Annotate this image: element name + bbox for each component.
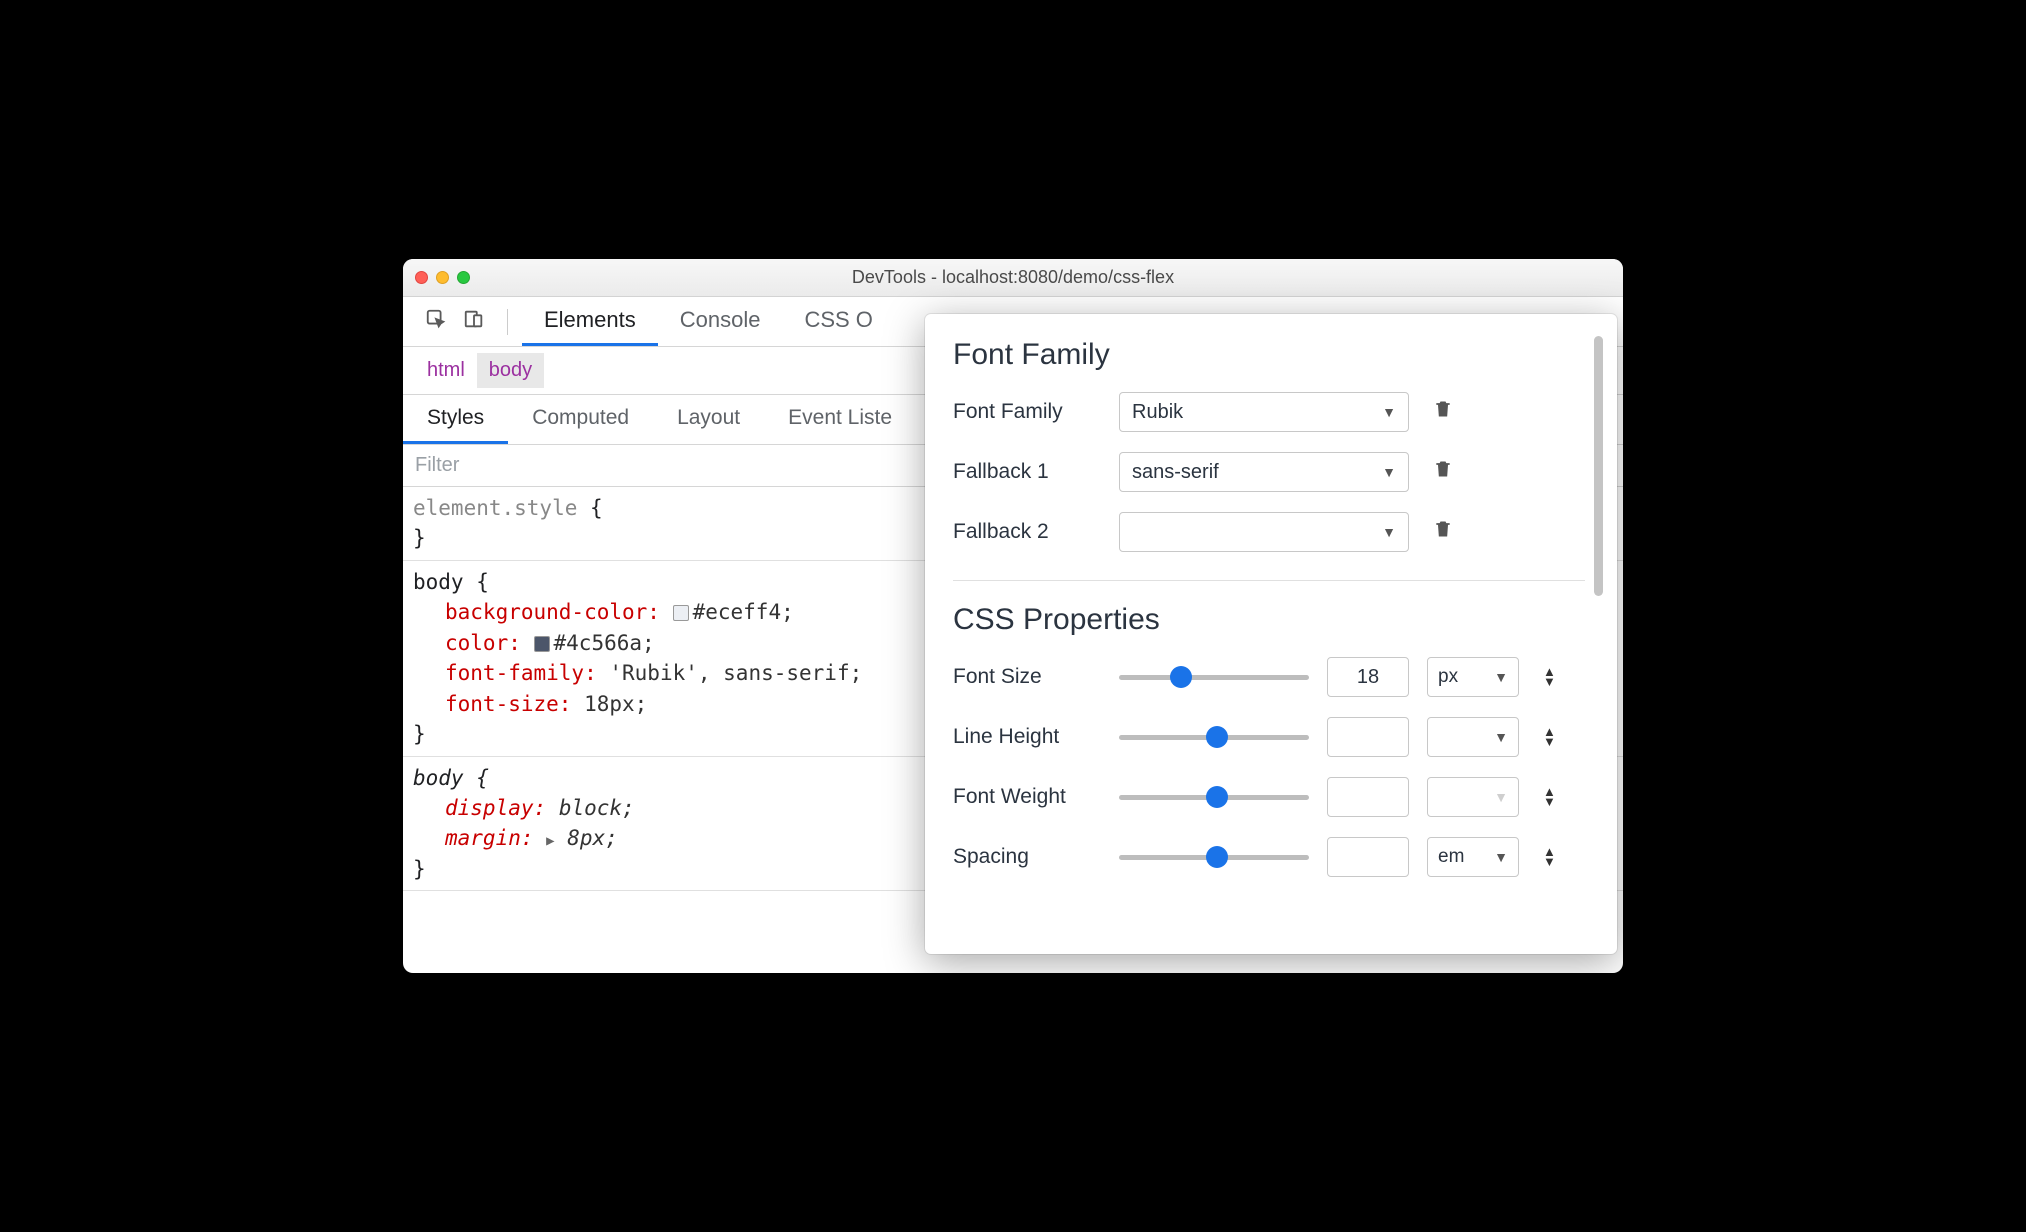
- window-title: DevTools - localhost:8080/demo/css-flex: [403, 267, 1623, 288]
- spacing-stepper[interactable]: ▲▼: [1543, 847, 1556, 867]
- stepper-down-icon: ▼: [1543, 857, 1556, 867]
- fallback-1-value: sans-serif: [1132, 461, 1219, 484]
- prop-value: 'Rubik', sans-serif: [609, 661, 849, 685]
- color-swatch-icon[interactable]: [673, 605, 689, 621]
- delete-icon[interactable]: [1433, 458, 1455, 486]
- traffic-lights: [403, 271, 470, 284]
- prop-name: font-family: [445, 661, 584, 685]
- prop-value: 8px: [567, 826, 605, 850]
- prop-value: #eceff4: [693, 600, 782, 624]
- subtab-styles[interactable]: Styles: [403, 395, 508, 444]
- font-weight-slider[interactable]: [1119, 785, 1309, 809]
- font-family-row: Font Family Rubik ▼: [953, 392, 1585, 432]
- stepper-down-icon: ▼: [1543, 797, 1556, 807]
- line-height-label: Line Height: [953, 725, 1101, 749]
- font-size-unit: px: [1438, 666, 1458, 688]
- line-height-row: Line Height ▼ ▲▼: [953, 717, 1585, 757]
- spacing-unit-select[interactable]: em ▼: [1427, 837, 1519, 877]
- spacing-unit: em: [1438, 846, 1464, 868]
- popover-scrollbar[interactable]: [1591, 332, 1605, 942]
- font-weight-row: Font Weight ▼ ▲▼: [953, 777, 1585, 817]
- font-size-label: Font Size: [953, 665, 1101, 689]
- fallback-1-row: Fallback 1 sans-serif ▼: [953, 452, 1585, 492]
- font-size-unit-select[interactable]: px ▼: [1427, 657, 1519, 697]
- line-height-stepper[interactable]: ▲▼: [1543, 727, 1556, 747]
- chevron-down-icon: ▼: [1494, 789, 1508, 805]
- font-editor-popover: Font Family Font Family Rubik ▼ Fallback…: [925, 314, 1617, 954]
- font-family-label: Font Family: [953, 400, 1101, 424]
- prop-name: font-size: [445, 692, 559, 716]
- prop-name: background-color: [445, 600, 647, 624]
- font-weight-input[interactable]: [1327, 777, 1409, 817]
- fallback-2-row: Fallback 2 ▼: [953, 512, 1585, 552]
- prop-name: margin: [445, 826, 521, 850]
- delete-icon[interactable]: [1433, 518, 1455, 546]
- shorthand-expand-icon[interactable]: ▶: [546, 831, 554, 851]
- fallback-2-select[interactable]: ▼: [1119, 512, 1409, 552]
- stepper-down-icon: ▼: [1543, 677, 1556, 687]
- fallback-2-label: Fallback 2: [953, 520, 1101, 544]
- font-family-select[interactable]: Rubik ▼: [1119, 392, 1409, 432]
- titlebar: DevTools - localhost:8080/demo/css-flex: [403, 259, 1623, 297]
- chevron-down-icon: ▼: [1494, 849, 1508, 865]
- spacing-input[interactable]: [1327, 837, 1409, 877]
- subtab-computed[interactable]: Computed: [508, 395, 653, 444]
- line-height-input[interactable]: [1327, 717, 1409, 757]
- line-height-slider[interactable]: [1119, 725, 1309, 749]
- prop-value: #4c566a: [554, 631, 643, 655]
- tab-css-overview[interactable]: CSS O: [782, 297, 894, 346]
- delete-icon[interactable]: [1433, 398, 1455, 426]
- font-weight-unit-select[interactable]: ▼: [1427, 777, 1519, 817]
- section-heading-css-properties: CSS Properties: [953, 580, 1585, 637]
- device-toggle-icon[interactable]: [455, 302, 493, 342]
- devtools-window: DevTools - localhost:8080/demo/css-flex …: [403, 259, 1623, 973]
- font-weight-label: Font Weight: [953, 785, 1101, 809]
- inspect-element-icon[interactable]: [417, 302, 455, 342]
- section-heading-font-family: Font Family: [953, 338, 1585, 372]
- font-size-stepper[interactable]: ▲▼: [1543, 667, 1556, 687]
- chevron-down-icon: ▼: [1494, 669, 1508, 685]
- minimize-window-button[interactable]: [436, 271, 449, 284]
- prop-value: 18px: [584, 692, 635, 716]
- breadcrumb-html[interactable]: html: [415, 353, 477, 388]
- subtab-event-listeners[interactable]: Event Liste: [764, 395, 916, 444]
- selector: body: [413, 766, 464, 790]
- chevron-down-icon: ▼: [1382, 464, 1396, 480]
- divider: [507, 309, 508, 335]
- tab-elements[interactable]: Elements: [522, 297, 658, 346]
- font-weight-stepper[interactable]: ▲▼: [1543, 787, 1556, 807]
- tab-console[interactable]: Console: [658, 297, 783, 346]
- subtab-layout[interactable]: Layout: [653, 395, 764, 444]
- prop-value: block: [559, 796, 622, 820]
- line-height-unit-select[interactable]: ▼: [1427, 717, 1519, 757]
- fallback-1-label: Fallback 1: [953, 460, 1101, 484]
- spacing-row: Spacing em ▼ ▲▼: [953, 837, 1585, 877]
- chevron-down-icon: ▼: [1382, 524, 1396, 540]
- selector: body: [413, 570, 464, 594]
- font-family-value: Rubik: [1132, 401, 1183, 424]
- zoom-window-button[interactable]: [457, 271, 470, 284]
- chevron-down-icon: ▼: [1494, 729, 1508, 745]
- spacing-slider[interactable]: [1119, 845, 1309, 869]
- breadcrumb-body[interactable]: body: [477, 353, 544, 388]
- selector: element.style: [413, 496, 577, 520]
- font-size-input[interactable]: [1327, 657, 1409, 697]
- stepper-down-icon: ▼: [1543, 737, 1556, 747]
- fallback-1-select[interactable]: sans-serif ▼: [1119, 452, 1409, 492]
- color-swatch-icon[interactable]: [534, 636, 550, 652]
- font-size-slider[interactable]: [1119, 665, 1309, 689]
- prop-name: color: [445, 631, 508, 655]
- font-size-row: Font Size px ▼ ▲▼: [953, 657, 1585, 697]
- prop-name: display: [445, 796, 534, 820]
- spacing-label: Spacing: [953, 845, 1101, 869]
- chevron-down-icon: ▼: [1382, 404, 1396, 420]
- close-window-button[interactable]: [415, 271, 428, 284]
